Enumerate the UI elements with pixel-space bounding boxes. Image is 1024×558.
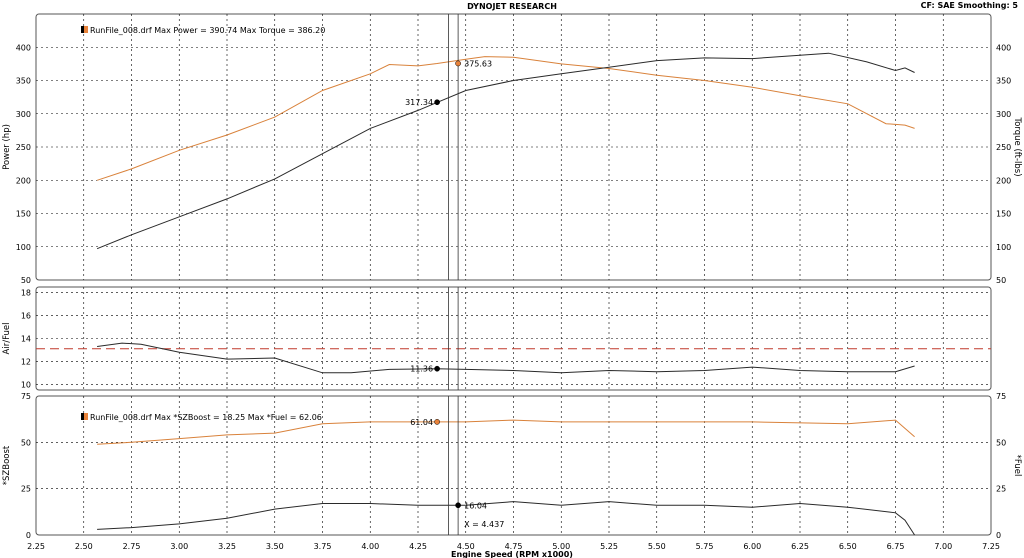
torque-marker-dot: [455, 60, 461, 67]
power-ytick: 100: [16, 243, 31, 252]
fuel-axis-label: *Fuel: [1012, 455, 1022, 477]
power-ytick: 150: [16, 210, 31, 219]
cursor-x-readout: X = 4.437: [464, 520, 504, 529]
torque-ytick: 150: [996, 210, 1011, 219]
x-tick-label: 6.25: [791, 542, 809, 551]
x-tick-label: 5.50: [648, 542, 666, 551]
fuel-series-line: [97, 419, 915, 445]
dyno-chart: DYNOJET RESEARCH CF: SAE Smoothing: 5 50 50…: [2, 1, 1022, 558]
x-tick-label: 3.25: [218, 542, 236, 551]
afr-ytick: 16: [21, 312, 31, 321]
x-tick-label: 4.00: [361, 542, 379, 551]
x-tick-label: 7.00: [934, 542, 952, 551]
boost-ytick: 25: [21, 485, 31, 494]
x-tick-label: 2.50: [75, 542, 93, 551]
torque-ytick: 200: [996, 176, 1011, 185]
power-series-line: [96, 52, 915, 250]
x-tick-label: 4.25: [409, 542, 427, 551]
fuel-ytick: 50: [996, 438, 1006, 447]
afr-ytick: 14: [21, 335, 31, 344]
power-ytick: 50: [21, 276, 31, 285]
dyno-report: DYNOJET RESEARCH CF: SAE Smoothing: 5 50 50…: [0, 0, 1024, 558]
boost-ytick: 0: [26, 531, 31, 540]
chart-title: DYNOJET RESEARCH: [467, 2, 557, 11]
power-marker-label: 317.34: [405, 98, 433, 107]
power-ytick: 350: [16, 77, 31, 86]
torque-ytick: 300: [996, 110, 1011, 119]
fuel-marker-dot: [434, 419, 440, 425]
x-tick-label: 6.75: [887, 542, 905, 551]
x-tick-label: 6.00: [743, 542, 761, 551]
fuel-marker-label: 61.04: [410, 418, 433, 427]
boost-marker-dot: [455, 502, 461, 509]
power-marker-dot: [434, 99, 440, 106]
afr-ytick: 10: [21, 380, 31, 389]
power-ytick: 400: [16, 43, 31, 52]
afr-marker-label: 11.36: [410, 365, 433, 374]
x-tick-label: 3.75: [314, 542, 332, 551]
afr-ytick: 12: [21, 357, 31, 366]
x-tick-label: 2.25: [27, 542, 45, 551]
x-tick-label: 5.25: [600, 542, 618, 551]
boost-ytick: 75: [21, 392, 31, 401]
torque-marker-label: 375.63: [464, 59, 492, 68]
power-legend-text: RunFile_008.drf Max Power = 390.74 Max T…: [90, 26, 325, 35]
torque-series-line: [96, 56, 915, 181]
settings-text: CF: SAE Smoothing: 5: [921, 1, 1019, 10]
power-axis-label: Power (hp): [2, 124, 12, 170]
torque-ytick: 100: [996, 243, 1011, 252]
afr-axis-label: Air/Fuel: [2, 323, 12, 355]
power-ytick: 250: [16, 143, 31, 152]
boost-marker-label: 16.04: [464, 501, 487, 510]
fuel-ytick: 25: [996, 485, 1006, 494]
torque-ytick: 50: [996, 276, 1006, 285]
x-tick-label: 2.75: [123, 542, 141, 551]
power-legend-swatch-black: [81, 26, 84, 33]
boost-ytick: 50: [21, 438, 31, 447]
torque-axis-label: Torque (ft-lbs): [1012, 116, 1022, 176]
boost-legend-swatch-black: [81, 413, 84, 420]
afr-ytick: 18: [21, 289, 31, 298]
torque-ytick: 350: [996, 77, 1011, 86]
boost-legend-swatch-orange: [84, 413, 88, 420]
x-tick-label: 7.25: [982, 542, 1000, 551]
torque-ytick: 400: [996, 43, 1011, 52]
boost-axis-label: *SZBoost: [2, 445, 12, 485]
x-tick-label: 5.75: [696, 542, 714, 551]
x-tick-label: 3.00: [170, 542, 188, 551]
fuel-ytick: 0: [996, 531, 1001, 540]
power-legend-swatch-orange: [84, 26, 88, 33]
fuel-ytick: 75: [996, 392, 1006, 401]
torque-ytick: 250: [996, 143, 1011, 152]
x-axis-label: Engine Speed (RPM x1000): [451, 550, 573, 558]
afr-series-line: [97, 342, 915, 374]
boost-series-line: [97, 501, 916, 536]
power-ytick: 200: [16, 176, 31, 185]
x-tick-label: 3.50: [266, 542, 284, 551]
boost-legend-text: RunFile_008.drf Max *SZBoost = 18.25 Max…: [90, 413, 322, 422]
afr-marker-dot: [434, 365, 440, 372]
power-ytick: 300: [16, 110, 31, 119]
x-tick-label: 6.50: [839, 542, 857, 551]
